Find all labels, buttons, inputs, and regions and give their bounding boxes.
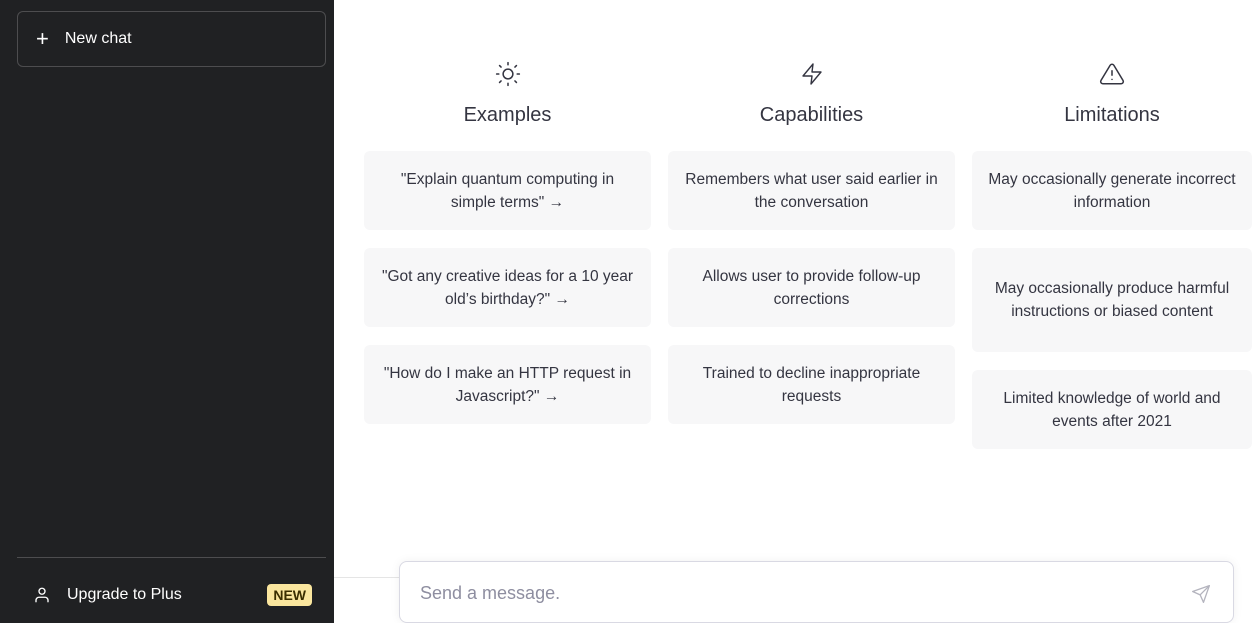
sun-icon — [364, 58, 651, 90]
user-icon — [35, 587, 49, 603]
main-area: Examples "Explain quantum computing in s… — [334, 0, 1252, 623]
examples-title: Examples — [463, 104, 552, 126]
example-prompt-button[interactable]: "How do I make an HTTP request in Javasc… — [364, 345, 651, 424]
capability-item: Allows user to provide follow-up correct… — [668, 248, 955, 327]
message-composer — [399, 561, 1234, 623]
example-prompt-button[interactable]: "Explain quantum computing in simple ter… — [364, 151, 651, 230]
limitation-item: May occasionally produce harmful instruc… — [972, 248, 1252, 352]
sidebar-divider — [17, 557, 326, 558]
upgrade-label: Upgrade to Plus — [67, 586, 182, 603]
example-prompt-button[interactable]: "Got any creative ideas for a 10 year ol… — [364, 248, 651, 327]
sidebar: + New chat Upgrade to Plus NEW — [0, 0, 334, 623]
capabilities-title: Capabilities — [759, 104, 864, 126]
new-chat-label: New chat — [64, 30, 132, 47]
new-chat-button[interactable]: + New chat — [17, 11, 326, 67]
lightning-icon — [668, 58, 955, 90]
plus-icon: + — [36, 26, 49, 51]
capability-item: Trained to decline inappropriate request… — [668, 345, 955, 424]
new-badge: NEW — [267, 584, 312, 606]
limitation-item: Limited knowledge of world and events af… — [972, 370, 1252, 449]
limitation-item: May occasionally generate incorrect info… — [972, 151, 1252, 230]
message-input[interactable] — [420, 580, 1160, 606]
limitations-title: Limitations — [1064, 104, 1160, 126]
capability-item: Remembers what user said earlier in the … — [668, 151, 955, 230]
warning-icon — [972, 58, 1252, 90]
upgrade-to-plus-button[interactable]: Upgrade to Plus NEW — [17, 572, 326, 618]
send-icon[interactable] — [1191, 584, 1211, 604]
